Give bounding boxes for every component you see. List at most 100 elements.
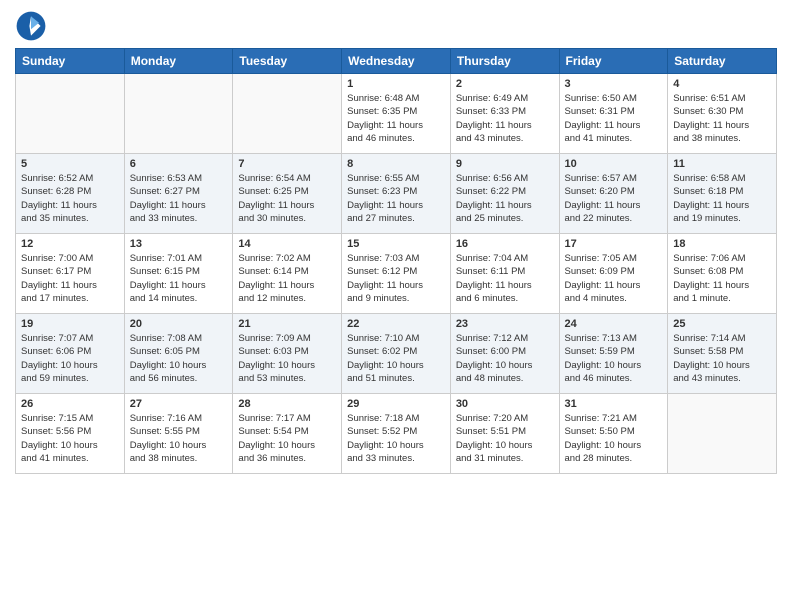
- day-number: 19: [21, 318, 119, 330]
- day-cell: 8Sunrise: 6:55 AM Sunset: 6:23 PM Daylig…: [342, 154, 451, 234]
- week-row-4: 19 Sunrise: 7:07 AM Sunset: 6:06 PM Dayli…: [16, 314, 777, 394]
- week-row-1: 1 Sunrise: 6:48 AM Sunset: 6:35 PM Daylig…: [16, 74, 777, 154]
- day-cell: [16, 74, 125, 154]
- day-number: 2: [456, 78, 554, 90]
- day-cell: 19 Sunrise: 7:07 AM Sunset: 6:06 PM Dayli…: [16, 314, 125, 394]
- day-number: 10: [565, 158, 663, 170]
- day-cell: [668, 394, 777, 474]
- header-cell-tuesday: Tuesday: [233, 49, 342, 74]
- day-info: Sunrise: 6:53 AM Sunset: 6:27 PM Dayligh…: [130, 172, 228, 225]
- day-info: Sunrise: 6:50 AM Sunset: 6:31 PM Dayligh…: [565, 92, 663, 145]
- day-number: 29: [347, 398, 445, 410]
- day-number: 28: [238, 398, 336, 410]
- day-number: 17: [565, 238, 663, 250]
- day-info: Sunrise: 6:48 AM Sunset: 6:35 PM Dayligh…: [347, 92, 445, 145]
- day-cell: 25 Sunrise: 7:14 AM Sunset: 5:58 PM Dayli…: [668, 314, 777, 394]
- day-cell: 12 Sunrise: 7:00 AM Sunset: 6:17 PM Dayli…: [16, 234, 125, 314]
- day-info: Sunrise: 7:02 AM Sunset: 6:14 PM Dayligh…: [238, 252, 336, 305]
- day-cell: 30Sunrise: 7:20 AM Sunset: 5:51 PM Dayli…: [450, 394, 559, 474]
- day-info: Sunrise: 7:07 AM Sunset: 6:06 PM Dayligh…: [21, 332, 119, 385]
- day-cell: 10 Sunrise: 6:57 AM Sunset: 6:20 PM Dayli…: [559, 154, 668, 234]
- day-cell: 14 Sunrise: 7:02 AM Sunset: 6:14 PM Dayli…: [233, 234, 342, 314]
- day-info: Sunrise: 7:13 AM Sunset: 5:59 PM Dayligh…: [565, 332, 663, 385]
- day-number: 25: [673, 318, 771, 330]
- day-cell: 24 Sunrise: 7:13 AM Sunset: 5:59 PM Dayli…: [559, 314, 668, 394]
- day-number: 6: [130, 158, 228, 170]
- day-info: Sunrise: 6:52 AM Sunset: 6:28 PM Dayligh…: [21, 172, 119, 225]
- day-info: Sunrise: 7:15 AM Sunset: 5:56 PM Dayligh…: [21, 412, 119, 465]
- day-cell: 31 Sunrise: 7:21 AM Sunset: 5:50 PM Dayli…: [559, 394, 668, 474]
- day-number: 13: [130, 238, 228, 250]
- day-cell: 16Sunrise: 7:04 AM Sunset: 6:11 PM Dayli…: [450, 234, 559, 314]
- day-number: 11: [673, 158, 771, 170]
- day-number: 7: [238, 158, 336, 170]
- day-cell: 17 Sunrise: 7:05 AM Sunset: 6:09 PM Dayli…: [559, 234, 668, 314]
- day-number: 31: [565, 398, 663, 410]
- week-row-3: 12 Sunrise: 7:00 AM Sunset: 6:17 PM Dayli…: [16, 234, 777, 314]
- day-info: Sunrise: 6:56 AM Sunset: 6:22 PM Dayligh…: [456, 172, 554, 225]
- header-cell-thursday: Thursday: [450, 49, 559, 74]
- header-row: SundayMondayTuesdayWednesdayThursdayFrid…: [16, 49, 777, 74]
- logo: [15, 10, 51, 42]
- day-info: Sunrise: 7:21 AM Sunset: 5:50 PM Dayligh…: [565, 412, 663, 465]
- day-cell: 11 Sunrise: 6:58 AM Sunset: 6:18 PM Dayli…: [668, 154, 777, 234]
- day-info: Sunrise: 7:10 AM Sunset: 6:02 PM Dayligh…: [347, 332, 445, 385]
- day-cell: 4 Sunrise: 6:51 AM Sunset: 6:30 PM Daylig…: [668, 74, 777, 154]
- day-number: 5: [21, 158, 119, 170]
- page-container: SundayMondayTuesdayWednesdayThursdayFrid…: [0, 0, 792, 484]
- day-info: Sunrise: 6:57 AM Sunset: 6:20 PM Dayligh…: [565, 172, 663, 225]
- day-number: 3: [565, 78, 663, 90]
- day-cell: 21Sunrise: 7:09 AM Sunset: 6:03 PM Dayli…: [233, 314, 342, 394]
- day-info: Sunrise: 6:54 AM Sunset: 6:25 PM Dayligh…: [238, 172, 336, 225]
- calendar-header: SundayMondayTuesdayWednesdayThursdayFrid…: [16, 49, 777, 74]
- day-info: Sunrise: 7:08 AM Sunset: 6:05 PM Dayligh…: [130, 332, 228, 385]
- day-number: 16: [456, 238, 554, 250]
- day-number: 18: [673, 238, 771, 250]
- day-info: Sunrise: 7:00 AM Sunset: 6:17 PM Dayligh…: [21, 252, 119, 305]
- day-cell: 22Sunrise: 7:10 AM Sunset: 6:02 PM Dayli…: [342, 314, 451, 394]
- day-cell: 1 Sunrise: 6:48 AM Sunset: 6:35 PM Daylig…: [342, 74, 451, 154]
- day-number: 8: [347, 158, 445, 170]
- day-cell: 13 Sunrise: 7:01 AM Sunset: 6:15 PM Dayli…: [124, 234, 233, 314]
- calendar-body: 1 Sunrise: 6:48 AM Sunset: 6:35 PM Daylig…: [16, 74, 777, 474]
- logo-icon: [15, 10, 47, 42]
- day-info: Sunrise: 7:18 AM Sunset: 5:52 PM Dayligh…: [347, 412, 445, 465]
- day-info: Sunrise: 6:51 AM Sunset: 6:30 PM Dayligh…: [673, 92, 771, 145]
- day-cell: 5 Sunrise: 6:52 AM Sunset: 6:28 PM Daylig…: [16, 154, 125, 234]
- day-info: Sunrise: 6:58 AM Sunset: 6:18 PM Dayligh…: [673, 172, 771, 225]
- day-info: Sunrise: 7:20 AM Sunset: 5:51 PM Dayligh…: [456, 412, 554, 465]
- day-number: 26: [21, 398, 119, 410]
- day-number: 27: [130, 398, 228, 410]
- day-info: Sunrise: 7:14 AM Sunset: 5:58 PM Dayligh…: [673, 332, 771, 385]
- day-number: 1: [347, 78, 445, 90]
- day-info: Sunrise: 7:01 AM Sunset: 6:15 PM Dayligh…: [130, 252, 228, 305]
- day-number: 15: [347, 238, 445, 250]
- day-info: Sunrise: 7:16 AM Sunset: 5:55 PM Dayligh…: [130, 412, 228, 465]
- day-number: 14: [238, 238, 336, 250]
- day-cell: 26 Sunrise: 7:15 AM Sunset: 5:56 PM Dayli…: [16, 394, 125, 474]
- header-cell-saturday: Saturday: [668, 49, 777, 74]
- day-cell: 20 Sunrise: 7:08 AM Sunset: 6:05 PM Dayli…: [124, 314, 233, 394]
- day-cell: [124, 74, 233, 154]
- day-cell: 2Sunrise: 6:49 AM Sunset: 6:33 PM Daylig…: [450, 74, 559, 154]
- calendar-table: SundayMondayTuesdayWednesdayThursdayFrid…: [15, 48, 777, 474]
- day-cell: [233, 74, 342, 154]
- week-row-5: 26 Sunrise: 7:15 AM Sunset: 5:56 PM Dayli…: [16, 394, 777, 474]
- day-info: Sunrise: 7:05 AM Sunset: 6:09 PM Dayligh…: [565, 252, 663, 305]
- day-info: Sunrise: 7:12 AM Sunset: 6:00 PM Dayligh…: [456, 332, 554, 385]
- day-cell: 27 Sunrise: 7:16 AM Sunset: 5:55 PM Dayli…: [124, 394, 233, 474]
- day-cell: 29 Sunrise: 7:18 AM Sunset: 5:52 PM Dayli…: [342, 394, 451, 474]
- day-number: 12: [21, 238, 119, 250]
- day-cell: 9Sunrise: 6:56 AM Sunset: 6:22 PM Daylig…: [450, 154, 559, 234]
- header-cell-friday: Friday: [559, 49, 668, 74]
- day-number: 4: [673, 78, 771, 90]
- week-row-2: 5 Sunrise: 6:52 AM Sunset: 6:28 PM Daylig…: [16, 154, 777, 234]
- day-cell: 15 Sunrise: 7:03 AM Sunset: 6:12 PM Dayli…: [342, 234, 451, 314]
- day-number: 24: [565, 318, 663, 330]
- day-number: 23: [456, 318, 554, 330]
- day-info: Sunrise: 7:03 AM Sunset: 6:12 PM Dayligh…: [347, 252, 445, 305]
- day-number: 20: [130, 318, 228, 330]
- day-cell: 18Sunrise: 7:06 AM Sunset: 6:08 PM Dayli…: [668, 234, 777, 314]
- header-cell-monday: Monday: [124, 49, 233, 74]
- day-number: 21: [238, 318, 336, 330]
